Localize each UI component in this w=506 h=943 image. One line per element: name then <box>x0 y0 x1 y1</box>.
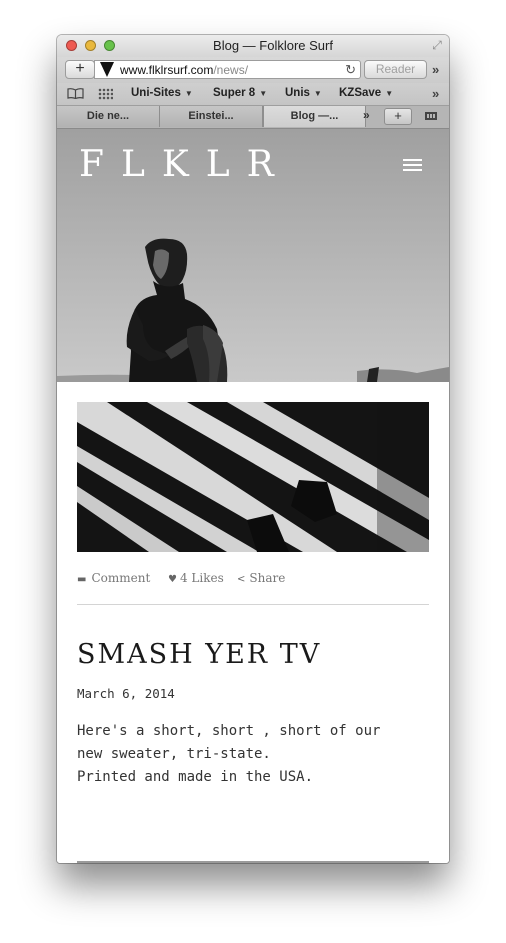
share-link[interactable]: < Share <box>237 571 285 585</box>
close-window-button[interactable] <box>66 40 77 51</box>
browser-toolbar: + www.flklrsurf.com/news/ ↻ Reader » <box>57 57 449 83</box>
bookmarks-overflow-chevron-icon[interactable]: » <box>432 86 439 101</box>
reader-button[interactable]: Reader <box>364 60 427 79</box>
window-title: Blog — Folklore Surf <box>213 38 333 53</box>
tab-view-button[interactable] <box>417 108 445 125</box>
bookmark-label: Uni-Sites <box>131 87 181 99</box>
tab-view-icon <box>425 112 437 120</box>
bookmark-folder-unis[interactable]: Unis ▼ <box>285 87 322 99</box>
striped-flag-image <box>77 402 429 552</box>
dropdown-arrow-icon: ▼ <box>184 89 193 98</box>
tab-blog-active[interactable]: Blog —... <box>263 106 366 127</box>
top-sites-grid-icon[interactable] <box>98 88 113 100</box>
dropdown-arrow-icon: ▼ <box>313 89 322 98</box>
post-featured-image[interactable] <box>77 402 429 552</box>
bookmark-label: KZSave <box>339 87 382 99</box>
meta-divider <box>77 604 429 605</box>
comment-link[interactable]: ▬ Comment <box>77 571 150 585</box>
next-post-edge <box>77 861 429 863</box>
tab-einstei[interactable]: Einstei... <box>160 106 263 127</box>
dropdown-arrow-icon: ▼ <box>259 89 268 98</box>
post-body: Here's a short, short , short of our new… <box>77 720 429 789</box>
zoom-window-button[interactable] <box>104 40 115 51</box>
post-body-line: new sweater, tri-state. <box>77 746 271 762</box>
address-bar[interactable]: www.flklrsurf.com/news/ ↻ <box>94 60 361 79</box>
hero-banner: FLKLR <box>57 129 449 382</box>
add-bookmark-button[interactable]: + <box>65 60 95 79</box>
comment-label: Comment <box>91 571 151 585</box>
tabs-overflow-chevron-icon[interactable]: » <box>363 108 370 122</box>
reload-icon[interactable]: ↻ <box>345 62 356 78</box>
site-logo[interactable]: FLKLR <box>79 144 291 185</box>
bookmarks-bar: Uni-Sites ▼ Super 8 ▼ Unis ▼ KZSave ▼ » <box>57 83 449 106</box>
tab-die-ne[interactable]: Die ne... <box>57 106 160 127</box>
minimize-window-button[interactable] <box>85 40 96 51</box>
title-bar: Blog — Folklore Surf ⤢ <box>57 35 449 57</box>
post-content: ▬ Comment ♥ 4 Likes < Share SMASH YER TV Ma… <box>57 382 449 863</box>
likes-link[interactable]: ♥ 4 Likes <box>168 571 224 585</box>
likes-label: 4 Likes <box>179 571 224 585</box>
bookmark-folder-uni-sites[interactable]: Uni-Sites ▼ <box>131 87 193 99</box>
post-meta-row: ▬ Comment ♥ 4 Likes < Share <box>77 571 429 591</box>
bookmark-label: Unis <box>285 87 310 99</box>
post-body-line: Here's a short, short , short of our <box>77 723 381 739</box>
toolbar-overflow-chevron-icon[interactable]: » <box>432 62 439 77</box>
reading-list-book-icon[interactable] <box>67 88 84 99</box>
share-label: Share <box>249 571 286 585</box>
site-favicon-icon <box>100 62 114 77</box>
url-host: www.flklrsurf.com <box>120 63 214 77</box>
post-date: March 6, 2014 <box>77 686 175 701</box>
bookmark-label: Super 8 <box>213 87 256 99</box>
speech-bubble-icon: ▬ <box>77 574 87 585</box>
bookmark-folder-super-8[interactable]: Super 8 ▼ <box>213 87 267 99</box>
tab-bar: Die ne... Einstei... Blog —... » + <box>57 106 449 129</box>
dropdown-arrow-icon: ▼ <box>385 89 394 98</box>
bookmark-folder-kzsave[interactable]: KZSave ▼ <box>339 87 393 99</box>
post-title[interactable]: SMASH YER TV <box>77 639 321 670</box>
hamburger-menu-icon[interactable] <box>403 159 422 172</box>
new-tab-button[interactable]: + <box>384 108 412 125</box>
browser-window: Blog — Folklore Surf ⤢ + www.flklrsurf.c… <box>57 35 449 863</box>
heart-icon: ♥ <box>168 574 177 585</box>
fullscreen-icon[interactable]: ⤢ <box>430 38 444 52</box>
url-text: www.flklrsurf.com/news/ <box>120 63 248 77</box>
share-icon: < <box>237 574 246 585</box>
url-path: /news/ <box>213 63 249 77</box>
post-body-line: Printed and made in the USA. <box>77 769 314 785</box>
